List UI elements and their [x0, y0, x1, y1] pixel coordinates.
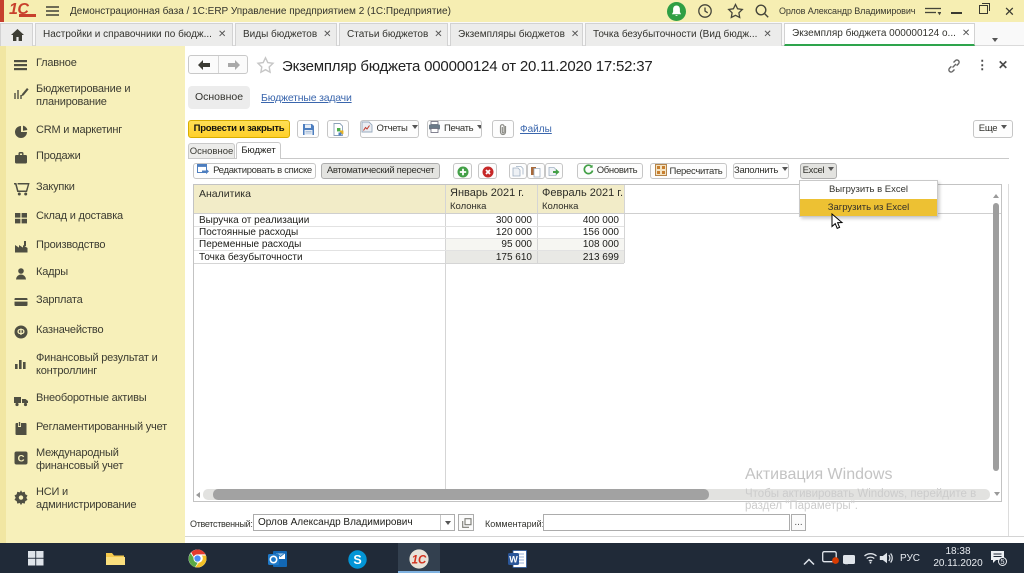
svg-text:Ф: Ф [17, 327, 25, 337]
svg-text:1С: 1С [412, 555, 427, 567]
svg-text:W: W [509, 555, 518, 565]
svg-text:S: S [353, 553, 361, 567]
svg-text:С: С [18, 454, 25, 465]
svg-text:5: 5 [1000, 557, 1004, 566]
